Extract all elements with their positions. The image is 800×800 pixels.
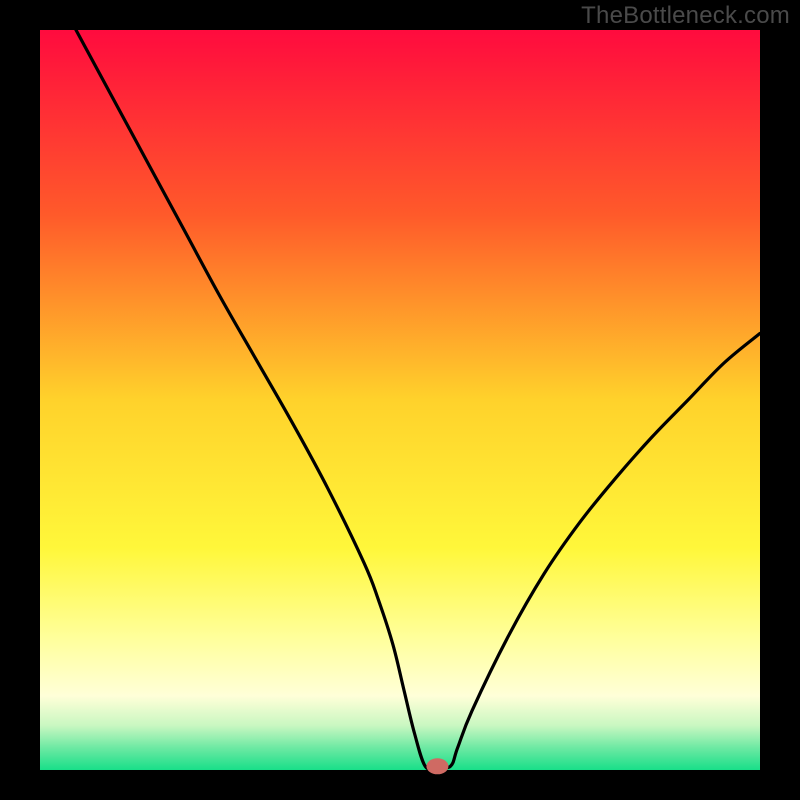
attribution-text: TheBottleneck.com bbox=[581, 2, 790, 30]
bottleneck-chart bbox=[0, 0, 800, 800]
plot-area bbox=[40, 30, 760, 770]
optimal-marker bbox=[426, 758, 448, 774]
chart-stage: TheBottleneck.com bbox=[0, 0, 800, 800]
